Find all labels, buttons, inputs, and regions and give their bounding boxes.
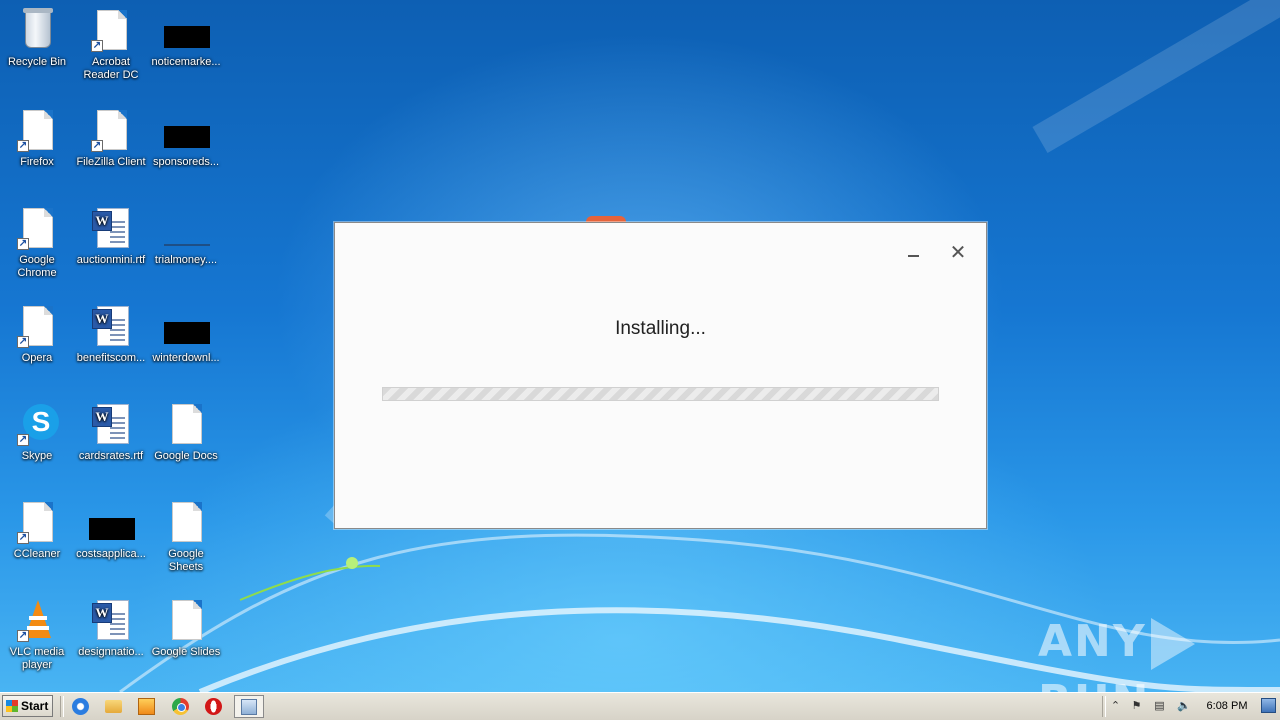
desktop-icon-label: FileZilla Client (76, 156, 146, 168)
file-icon (162, 204, 210, 252)
firefox-shortcut-icon: ↗ (13, 106, 61, 154)
network-icon[interactable]: ▤ (1153, 700, 1166, 713)
desktop-icon-label: Google Docs (154, 450, 218, 462)
watermark-text-left: ANY (1038, 616, 1147, 667)
desktop-icon-noticemarke[interactable]: noticemarke... (149, 6, 223, 69)
watermark-text-right: RUN (1038, 676, 1150, 692)
desktop-icon-trialmoney[interactable]: trialmoney.... (149, 204, 223, 267)
desktop-icon-sponsoreds[interactable]: sponsoreds... (149, 106, 223, 169)
desktop-icon-vlc[interactable]: ↗ VLC media player (0, 596, 74, 672)
black-file-icon (162, 106, 210, 154)
desktop-icon-label: Acrobat Reader DC (83, 56, 139, 81)
taskbar: Start ⌃ ⚑ ▤ 🔈 6:08 PM (0, 692, 1280, 720)
black-file-icon (162, 6, 210, 54)
desktop-icon-acrobat[interactable]: ↗ Acrobat Reader DC (74, 6, 148, 82)
vlc-shortcut-icon: ↗ (13, 596, 61, 644)
desktop-icon-label: Recycle Bin (7, 56, 67, 68)
desktop-icon-label: designnatio... (78, 646, 144, 658)
black-file-icon (87, 498, 135, 546)
filezilla-shortcut-icon: ↗ (87, 106, 135, 154)
install-progress-bar (382, 387, 939, 401)
show-hidden-icons-icon[interactable]: ⌃ (1109, 700, 1122, 713)
desktop-icon-winterdownl[interactable]: winterdownl... (149, 302, 223, 365)
desktop-icon-label: Google Sheets (168, 548, 204, 573)
desktop-icon-label: benefitscom... (76, 352, 146, 364)
desktop-icon-label: CCleaner (13, 548, 61, 560)
internet-explorer-icon[interactable] (72, 698, 89, 715)
installer-icon (241, 699, 257, 715)
ccleaner-shortcut-icon: ↗ (13, 498, 61, 546)
minimize-button[interactable] (902, 241, 926, 265)
desktop-icon-costsapplica[interactable]: costsapplica... (74, 498, 148, 561)
desktop: Recycle Bin ↗ Firefox ↗ Google Chrome ↗ … (0, 0, 1280, 692)
word-document-icon: W (87, 302, 135, 350)
desktop-icon-label: winterdownl... (152, 352, 220, 364)
install-status-title: Installing... (615, 318, 706, 339)
desktop-icon-cardsrates[interactable]: W cardsrates.rtf (74, 400, 148, 463)
show-desktop-button[interactable] (1261, 698, 1276, 713)
action-center-flag-icon[interactable]: ⚑ (1130, 700, 1143, 713)
desktop-icon-skype[interactable]: S ↗ Skype (0, 400, 74, 463)
desktop-icon-label: trialmoney.... (154, 254, 218, 266)
desktop-icon-label: Skype (21, 450, 53, 462)
desktop-icon-benefitscom[interactable]: W benefitscom... (74, 302, 148, 365)
close-button[interactable]: ✕ (946, 241, 970, 265)
anyrun-watermark: ANY RUN (1038, 612, 1280, 692)
acrobat-shortcut-icon: ↗ (87, 6, 135, 54)
desktop-icon-ccleaner[interactable]: ↗ CCleaner (0, 498, 74, 561)
desktop-icon-label: costsapplica... (76, 548, 146, 560)
windows-logo-icon (6, 700, 18, 712)
desktop-icon-recycle-bin[interactable]: Recycle Bin (0, 6, 74, 69)
media-player-icon[interactable] (138, 698, 155, 715)
desktop-icon-firefox[interactable]: ↗ Firefox (0, 106, 74, 169)
desktop-icon-label: noticemarke... (151, 56, 221, 68)
play-logo-icon (1150, 618, 1195, 670)
desktop-icon-designnatio[interactable]: W designnatio... (74, 596, 148, 659)
desktop-icon-label: auctionmini.rtf (76, 254, 146, 266)
minimize-icon (908, 255, 919, 257)
desktop-icon-google-slides[interactable]: Google Slides (149, 596, 223, 659)
desktop-icon-filezilla[interactable]: ↗ FileZilla Client (74, 106, 148, 169)
recycle-bin-icon (13, 6, 61, 54)
desktop-icon-label: Firefox (20, 156, 54, 168)
blank-document-icon (162, 400, 210, 448)
desktop-icon-google-sheets[interactable]: Google Sheets (149, 498, 223, 574)
desktop-icon-opera[interactable]: ↗ Opera (0, 302, 74, 365)
taskbar-button-installer[interactable] (234, 695, 264, 718)
opera-icon[interactable] (205, 698, 222, 715)
desktop-icon-label: VLC media player (9, 646, 65, 671)
skype-shortcut-icon: S ↗ (13, 400, 61, 448)
desktop-icon-auctionmini[interactable]: W auctionmini.rtf (74, 204, 148, 267)
opera-shortcut-icon: ↗ (13, 302, 61, 350)
word-document-icon: W (87, 400, 135, 448)
windows-explorer-icon[interactable] (105, 700, 122, 713)
volume-icon[interactable]: 🔈 (1177, 700, 1191, 713)
word-document-icon: W (87, 596, 135, 644)
word-document-icon: W (87, 204, 135, 252)
blank-document-icon (162, 596, 210, 644)
close-icon: ✕ (949, 242, 967, 264)
installer-window: ✕ Installing... (334, 222, 987, 529)
desktop-icon-label: cardsrates.rtf (78, 450, 144, 462)
chrome-shortcut-icon: ↗ (13, 204, 61, 252)
desktop-icon-label: Opera (21, 352, 53, 364)
chrome-icon[interactable] (172, 698, 189, 715)
desktop-icon-label: Google Slides (151, 646, 221, 658)
black-file-icon (162, 302, 210, 350)
start-button[interactable]: Start (2, 695, 53, 717)
taskbar-clock[interactable]: 6:08 PM (1199, 693, 1255, 720)
start-button-label: Start (21, 699, 49, 713)
desktop-icon-label: Google Chrome (17, 254, 57, 279)
blank-document-icon (162, 498, 210, 546)
desktop-icon-google-chrome[interactable]: ↗ Google Chrome (0, 204, 74, 280)
desktop-icon-google-docs[interactable]: Google Docs (149, 400, 223, 463)
desktop-icon-label: sponsoreds... (152, 156, 220, 168)
taskbar-separator (60, 696, 64, 717)
